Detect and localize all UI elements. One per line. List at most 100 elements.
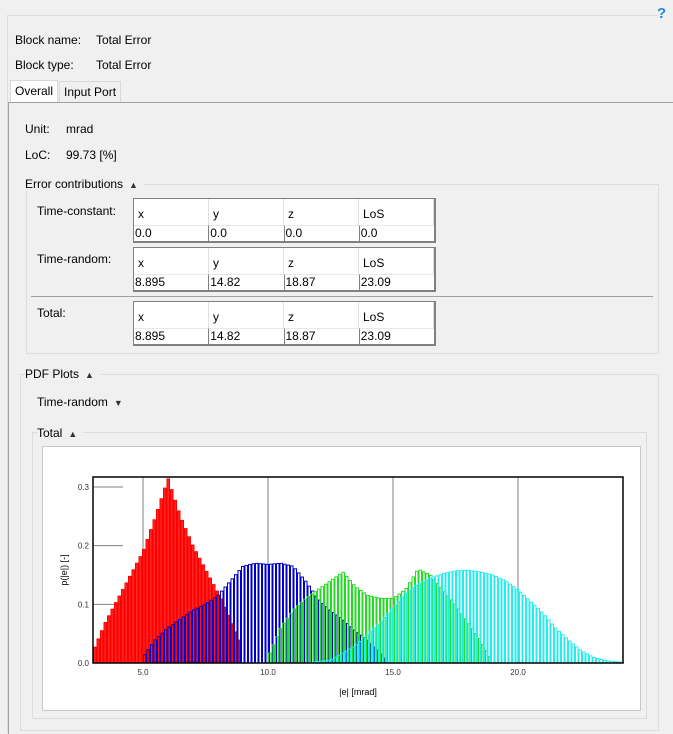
bar-x	[108, 616, 111, 663]
header-separator	[8, 15, 658, 16]
bar-los	[492, 575, 495, 663]
bar-los	[527, 599, 530, 663]
pdf-plots-title: PDF Plots	[25, 367, 79, 381]
total-label: Total:	[37, 306, 66, 320]
cell-z[interactable]: 18.87	[284, 274, 359, 290]
loc-label: LoC:	[25, 148, 50, 162]
bar-los	[516, 589, 519, 663]
bar-x	[118, 596, 121, 663]
cell-los[interactable]: 23.09	[359, 274, 434, 290]
column-header-z: z	[284, 199, 359, 225]
bar-x	[125, 583, 128, 663]
time-constant-label: Time-constant:	[37, 204, 116, 218]
x-tick-label: 10.0	[260, 668, 276, 677]
bar-los	[506, 582, 509, 663]
tab-overall[interactable]: Overall	[10, 80, 58, 103]
table-row: 0.0 0.0 0.0 0.0	[134, 225, 434, 241]
column-header-y: y	[209, 248, 284, 274]
cell-y[interactable]: 0.0	[208, 225, 283, 241]
unit-value: mrad	[66, 122, 93, 136]
triangle-down-icon[interactable]: ▼	[114, 398, 123, 408]
total-table: x y z LoS 8.895 14.82 18.87 23.09	[133, 301, 436, 346]
column-header-y: y	[209, 199, 284, 225]
cell-z[interactable]: 18.87	[284, 328, 359, 344]
x-tick-label: 20.0	[510, 668, 526, 677]
bar-y	[242, 566, 245, 663]
bar-los	[555, 628, 558, 663]
cell-x[interactable]: 8.895	[134, 274, 208, 290]
bar-los	[509, 584, 512, 663]
total-separator	[31, 296, 653, 297]
block-type-value: Total Error	[96, 58, 151, 72]
time-random-plots-title: Time-random	[37, 395, 108, 409]
bar-los	[583, 652, 586, 663]
column-header-x: x	[134, 199, 209, 225]
bar-los	[593, 657, 596, 663]
loc-value: 99.73 [%]	[66, 148, 117, 162]
error-contributions-header[interactable]: Error contributions ▲	[25, 177, 144, 191]
triangle-up-icon[interactable]: ▲	[129, 180, 138, 190]
column-header-los: LoS	[359, 302, 434, 328]
block-name-value: Total Error	[96, 33, 151, 47]
triangle-up-icon[interactable]: ▲	[68, 429, 77, 439]
bar-x	[150, 530, 153, 663]
bar-x	[132, 570, 135, 663]
cell-z[interactable]: 0.0	[284, 225, 359, 241]
bar-y	[245, 565, 248, 663]
bar-los	[523, 596, 526, 663]
bar-x	[146, 540, 149, 663]
cell-x[interactable]: 0.0	[134, 225, 208, 241]
pdf-chart-container: 5.010.015.020.00.00.10.20.3 |e| [mrad] p…	[42, 446, 641, 711]
cell-y[interactable]: 14.82	[208, 328, 283, 344]
y-tick-label: 0.0	[78, 659, 90, 668]
x-tick-label: 15.0	[385, 668, 401, 677]
bar-los	[565, 638, 568, 663]
bar-x	[111, 609, 114, 663]
bar-los	[488, 574, 491, 663]
block-type-label: Block type:	[15, 58, 74, 72]
bar-los	[590, 656, 593, 663]
help-icon[interactable]: ?	[657, 5, 666, 22]
bar-los	[502, 580, 505, 663]
unit-label: Unit:	[25, 122, 50, 136]
chart-bars	[94, 479, 624, 663]
bar-los	[499, 578, 502, 663]
pdf-plots-header[interactable]: PDF Plots ▲	[25, 367, 100, 381]
bar-x	[129, 576, 132, 663]
column-header-z: z	[284, 248, 359, 274]
column-header-y: y	[209, 302, 284, 328]
cell-los[interactable]: 23.09	[359, 328, 434, 344]
bar-los	[579, 650, 582, 663]
bar-y	[266, 564, 269, 663]
bar-los	[513, 587, 516, 663]
column-header-x: x	[134, 302, 209, 328]
tab-input-port[interactable]: Input Port	[59, 81, 121, 102]
bar-x	[94, 647, 97, 663]
bar-x	[136, 563, 139, 663]
time-constant-table: x y z LoS 0.0 0.0 0.0 0.0	[133, 198, 436, 243]
bar-los	[541, 612, 544, 663]
x-axis-label: |e| [mrad]	[339, 687, 377, 697]
bar-los	[558, 631, 561, 663]
error-contributions-title: Error contributions	[25, 177, 123, 191]
bar-los	[537, 609, 540, 663]
cell-los[interactable]: 0.0	[359, 225, 434, 241]
bar-los	[572, 644, 575, 663]
bar-los	[534, 605, 537, 663]
bar-x	[97, 639, 100, 663]
y-tick-label: 0.3	[78, 483, 90, 492]
bar-los	[562, 635, 565, 663]
bar-y	[256, 563, 259, 663]
y-tick-label: 0.2	[78, 542, 90, 551]
cell-y[interactable]: 14.82	[208, 274, 283, 290]
total-plot-title: Total	[37, 426, 62, 440]
total-plot-header[interactable]: Total ▲	[37, 426, 83, 440]
triangle-up-icon[interactable]: ▲	[85, 370, 94, 380]
table-row: 8.895 14.82 18.87 23.09	[134, 328, 434, 344]
bar-y	[259, 564, 262, 663]
time-random-plots-header[interactable]: Time-random ▼	[37, 395, 129, 409]
bar-los	[548, 620, 551, 663]
cell-x[interactable]: 8.895	[134, 328, 208, 344]
bar-los	[485, 573, 488, 663]
bar-y	[263, 564, 266, 663]
